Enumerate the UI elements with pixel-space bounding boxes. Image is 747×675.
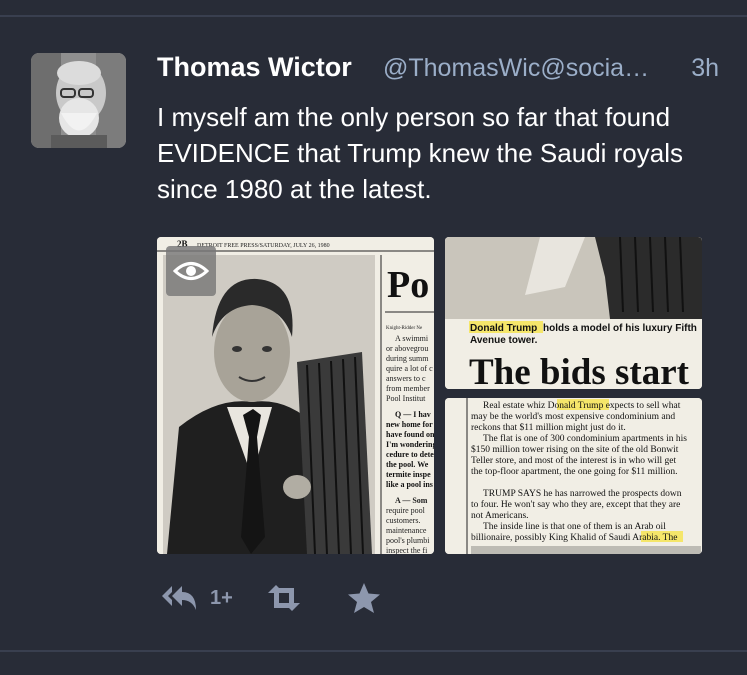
media-tile-2[interactable]: Donald Trump holds a model of his luxury…	[445, 237, 702, 389]
svg-text:or abovegrou: or abovegrou	[386, 344, 428, 353]
svg-text:reckons that $11 million might: reckons that $11 million might just do i…	[471, 422, 626, 433]
svg-text:inspect the fi: inspect the fi	[386, 546, 428, 554]
display-name[interactable]: Thomas Wictor	[157, 52, 352, 83]
svg-text:not Americans.: not Americans.	[471, 511, 529, 521]
media-tile-1[interactable]: 2B DETROIT FREE PRESS/SATURDAY, JULY 26,…	[157, 237, 434, 554]
reply-button[interactable]: 1+	[160, 578, 233, 618]
caption-highlight: Donald Trump	[470, 323, 537, 334]
svg-text:answers to c: answers to c	[386, 374, 426, 383]
svg-text:TRUMP SAYS he has narrowed the: TRUMP SAYS he has narrowed the prospects…	[483, 489, 682, 499]
favourite-button[interactable]	[346, 578, 382, 618]
boost-button[interactable]	[264, 578, 304, 618]
newspaper-caption-headline: Donald Trump holds a model of his luxury…	[445, 237, 702, 389]
svg-text:maintenance: maintenance	[386, 526, 427, 535]
caption-line-2: Avenue tower.	[470, 335, 538, 346]
top-divider	[0, 15, 747, 17]
svg-text:the top-floor apartment, the o: the top-floor apartment, the one going f…	[471, 466, 678, 477]
avatar-image	[31, 53, 126, 148]
star-icon	[348, 583, 380, 613]
svg-text:have found on: have found on	[386, 430, 434, 439]
media-gallery: 2B DETROIT FREE PRESS/SATURDAY, JULY 26,…	[157, 237, 702, 554]
svg-text:A — Som: A — Som	[395, 496, 428, 505]
svg-text:may be the world's most expens: may be the world's most expensive condom…	[471, 412, 675, 422]
column-text: A swimmi or abovegrou during summ quire …	[386, 334, 433, 403]
svg-text:require pool: require pool	[386, 506, 426, 515]
column-bold-text: Q — I hav new home for have found on I'm…	[386, 410, 434, 489]
svg-text:billionaire, possibly King Kha: billionaire, possibly King Khalid of Sau…	[471, 532, 677, 543]
reply-all-icon	[162, 586, 196, 610]
media-tile-3[interactable]: Real estate whiz Donald Trump expects to…	[445, 398, 702, 554]
reply-count: 1+	[210, 586, 233, 609]
account-handle[interactable]: @ThomasWic@socia…	[383, 54, 673, 83]
svg-text:Teller store, and most of the: Teller store, and most of the interest i…	[471, 455, 676, 466]
svg-text:to four. He won't say who they: to four. He won't say who they are, exce…	[471, 499, 680, 510]
byline: Knight-Ridder Ne	[386, 326, 423, 331]
eye-icon	[173, 262, 209, 280]
status-header: Thomas Wictor @ThomasWic@socia… 3h	[157, 50, 727, 86]
svg-text:quire a lot of c: quire a lot of c	[386, 364, 433, 373]
svg-text:The flat is one of 300 condomi: The flat is one of 300 condominium apart…	[483, 433, 687, 444]
timestamp[interactable]: 3h	[691, 54, 719, 83]
status-content: I myself am the only person so far that …	[157, 102, 684, 204]
svg-text:during summ: during summ	[386, 354, 429, 363]
svg-text:cedure to dete: cedure to dete	[386, 450, 434, 459]
hide-media-button[interactable]	[166, 246, 216, 296]
bottom-divider	[0, 650, 747, 652]
svg-text:new home for: new home for	[386, 420, 433, 429]
svg-text:$150 million tower rising on t: $150 million tower rising on the site of…	[471, 444, 679, 455]
boost-icon	[268, 585, 300, 611]
svg-text:The inside line is that one of: The inside line is that one of them is a…	[483, 521, 666, 532]
masthead: DETROIT FREE PRESS/SATURDAY, JULY 26, 19…	[197, 243, 330, 249]
svg-text:A swimmi: A swimmi	[395, 334, 429, 343]
newspaper-article-text: Real estate whiz Donald Trump expects to…	[445, 398, 702, 554]
headline-fragment: Po	[387, 264, 429, 306]
svg-text:customers.: customers.	[386, 516, 420, 525]
svg-text:I'm wondering: I'm wondering	[386, 440, 434, 449]
svg-text:pool's plumbi: pool's plumbi	[386, 536, 430, 545]
svg-text:like a pool ins: like a pool ins	[386, 480, 433, 489]
avatar[interactable]	[31, 53, 126, 148]
svg-text:termite inspe: termite inspe	[386, 470, 431, 479]
svg-text:Pool Institut: Pool Institut	[386, 394, 426, 403]
status-action-bar: 1+	[160, 578, 460, 618]
caption-rest: holds a model of his luxury Fifth	[543, 323, 697, 334]
svg-text:the pool. We: the pool. We	[386, 460, 429, 469]
headline: The bids start	[469, 352, 690, 389]
svg-text:Q — I hav: Q — I hav	[395, 410, 431, 419]
svg-text:Real estate whiz Donald Trump: Real estate whiz Donald Trump expects to…	[483, 401, 681, 411]
svg-text:from member: from member	[386, 384, 430, 393]
